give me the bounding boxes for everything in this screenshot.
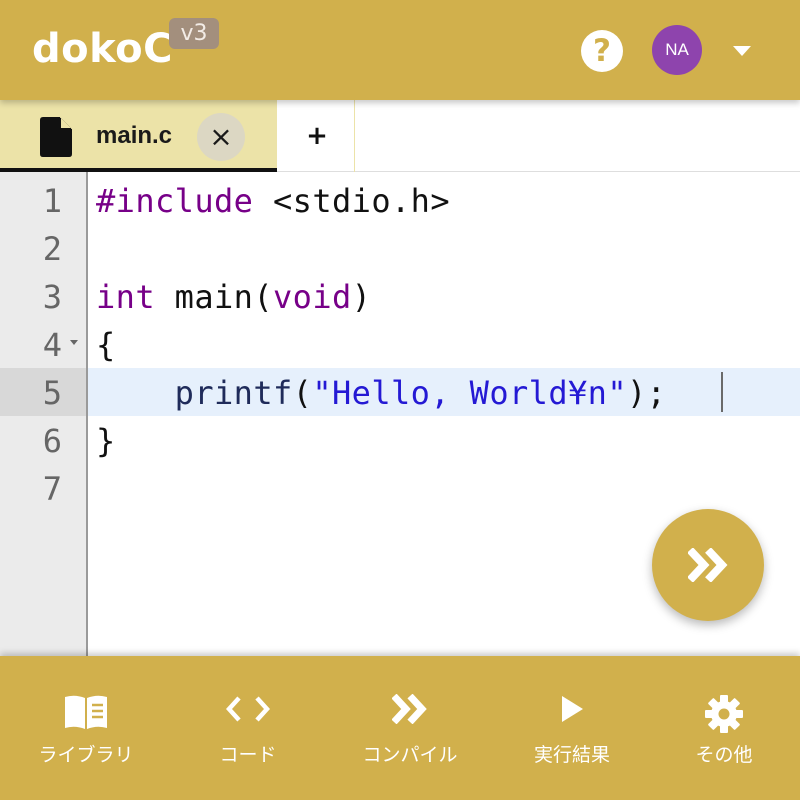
nav-code[interactable]: コード	[168, 656, 328, 800]
nav-label: コード	[219, 744, 277, 766]
code-text: int main(void)	[96, 278, 372, 316]
close-tab-button[interactable]: ×	[197, 113, 245, 161]
nav-other[interactable]: その他	[644, 656, 800, 800]
code-text: {	[96, 326, 116, 364]
line-number: 4	[42, 326, 62, 364]
help-icon[interactable]: ?	[581, 30, 623, 72]
app-header: dokoC v3 ? NA	[0, 0, 800, 100]
tab-divider	[354, 100, 355, 172]
tab-main-c[interactable]: main.c ×	[0, 100, 277, 172]
nav-label: ライブラリ	[38, 744, 134, 766]
code-text: #include <stdio.h>	[96, 182, 450, 220]
code-line[interactable]: 1 #include <stdio.h>	[0, 176, 800, 224]
code-line[interactable]: 7	[0, 464, 800, 512]
code-icon	[226, 696, 270, 722]
nav-label: コンパイル	[362, 744, 458, 766]
code-line[interactable]: 3 int main(void)	[0, 272, 800, 320]
file-tab-bar: main.c × +	[0, 100, 800, 172]
user-avatar[interactable]: NA	[652, 25, 702, 75]
code-line[interactable]: 2	[0, 224, 800, 272]
double-chevron-icon	[688, 548, 728, 582]
tab-label: main.c	[96, 122, 173, 149]
nav-compile[interactable]: コンパイル	[330, 656, 490, 800]
file-icon	[40, 117, 72, 157]
compile-icon	[392, 694, 427, 724]
gear-icon	[705, 695, 743, 733]
app-logo[interactable]: dokoC	[32, 26, 173, 72]
play-icon	[562, 696, 583, 722]
line-number: 3	[42, 278, 62, 316]
code-line[interactable]: 4 {	[0, 320, 800, 368]
version-badge: v3	[169, 18, 219, 49]
line-number: 6	[42, 422, 62, 460]
bottom-navigation: ライブラリ コード コンパイル 実行結果 その他	[0, 656, 800, 800]
fold-toggle-icon[interactable]	[70, 340, 78, 345]
text-cursor	[721, 372, 723, 412]
book-icon	[65, 695, 107, 729]
code-text: printf("Hello, World¥n");	[174, 374, 667, 412]
nav-library[interactable]: ライブラリ	[6, 656, 166, 800]
line-number: 1	[42, 182, 62, 220]
line-number: 2	[42, 230, 62, 268]
add-tab-button[interactable]: +	[300, 116, 334, 156]
compile-run-fab-button[interactable]	[652, 509, 764, 621]
code-line-active[interactable]: 5 printf("Hello, World¥n");	[0, 368, 800, 416]
nav-run-result[interactable]: 実行結果	[492, 656, 652, 800]
nav-label: その他	[695, 744, 753, 766]
account-menu-caret-icon[interactable]	[733, 46, 751, 56]
code-line[interactable]: 6 }	[0, 416, 800, 464]
code-text: }	[96, 422, 116, 460]
nav-label: 実行結果	[533, 744, 610, 766]
line-number: 7	[42, 470, 62, 508]
line-number: 5	[42, 374, 62, 412]
